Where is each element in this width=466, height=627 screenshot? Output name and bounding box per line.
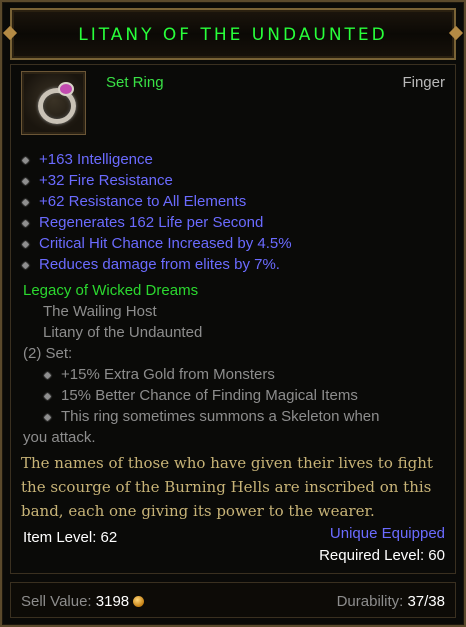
set-bonus-wrap: you attack.	[23, 429, 96, 446]
stat-line: Reduces damage from elites by 7%.	[39, 256, 280, 273]
unique-equipped: Unique Equipped	[329, 525, 445, 542]
stat-line: +163 Intelligence	[39, 151, 153, 168]
stat-line: Critical Hit Chance Increased by 4.5%	[39, 235, 292, 252]
stat-line: +62 Resistance to All Elements	[39, 193, 247, 210]
set-bullet-icon	[43, 413, 52, 422]
set-bonus: +15% Extra Gold from Monsters	[61, 366, 275, 383]
set-name: Legacy of Wicked Dreams	[23, 282, 199, 299]
sell-value-label: Sell Value:	[21, 593, 92, 610]
stat-bullet-icon	[21, 240, 30, 249]
item-title-bar: LITANY OF THE UNDAUNTED	[10, 8, 456, 60]
item-icon-frame	[21, 71, 86, 135]
required-level: Required Level: 60	[319, 547, 445, 564]
stat-bullet-icon	[21, 261, 30, 270]
stat-line: Regenerates 162 Life per Second	[39, 214, 264, 231]
stat-bullet-icon	[21, 219, 30, 228]
flavor-text: The names of those who have given their …	[21, 451, 441, 523]
stat-bullet-icon	[21, 198, 30, 207]
set-piece: Litany of the Undaunted	[43, 324, 203, 341]
item-slot: Finger	[402, 74, 445, 91]
set-bullet-icon	[43, 371, 52, 380]
stat-line: +32 Fire Resistance	[39, 172, 173, 189]
item-tooltip: LITANY OF THE UNDAUNTED Set Ring Finger …	[0, 0, 466, 627]
durability-value: 37/38	[407, 593, 445, 610]
durability-label: Durability:	[336, 593, 404, 610]
tooltip-footer: Sell Value: 3198 Durability: 37/38	[10, 582, 456, 618]
set-bonus: This ring sometimes summons a Skeleton w…	[61, 408, 380, 425]
durability: Durability: 37/38	[337, 593, 445, 610]
flavor-line: band, each one giving its power to the w…	[21, 502, 375, 520]
item-name: LITANY OF THE UNDAUNTED	[78, 25, 388, 45]
set-bonus-header: (2) Set:	[23, 345, 73, 362]
set-bonus: 15% Better Chance of Finding Magical Ite…	[61, 387, 358, 404]
set-piece: The Wailing Host	[43, 303, 157, 320]
item-details: Set Ring Finger +163 Intelligence +32 Fi…	[10, 64, 456, 574]
stat-bullet-icon	[21, 177, 30, 186]
flavor-line: the scourge of the Burning Hells are ins…	[21, 478, 432, 496]
flavor-line: The names of those who have given their …	[21, 454, 433, 472]
sell-value-amount: 3198	[95, 593, 130, 610]
stat-bullet-icon	[21, 156, 30, 165]
set-bullet-icon	[43, 392, 52, 401]
sell-value: Sell Value: 3198	[21, 593, 145, 610]
item-type: Set Ring	[106, 74, 164, 91]
gold-coin-icon	[133, 596, 145, 607]
item-level: Item Level: 62	[23, 529, 118, 546]
